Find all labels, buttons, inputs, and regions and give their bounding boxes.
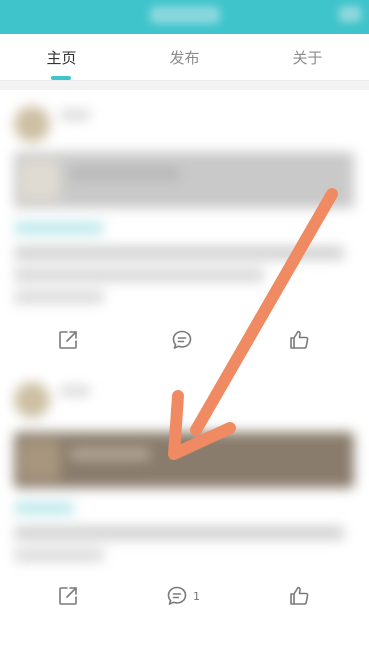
post-actions: 1 bbox=[0, 578, 369, 614]
preview-thumb bbox=[20, 160, 60, 200]
text-line-blurred bbox=[14, 268, 264, 282]
app-title-bar bbox=[0, 0, 369, 34]
link-preview-blurred bbox=[14, 152, 354, 208]
preview-title-blurred bbox=[70, 168, 180, 180]
like-button[interactable] bbox=[287, 578, 311, 614]
comment-count: 1 bbox=[193, 589, 200, 603]
share-button[interactable] bbox=[56, 322, 80, 358]
like-button[interactable] bbox=[287, 322, 311, 358]
like-icon bbox=[287, 328, 311, 352]
text-line-blurred bbox=[14, 246, 344, 260]
tab-home-label: 主页 bbox=[46, 48, 77, 67]
tab-publish-label: 发布 bbox=[169, 48, 200, 67]
text-line-blurred bbox=[14, 548, 104, 562]
topic-tag-blurred bbox=[14, 502, 74, 514]
text-line-blurred bbox=[14, 290, 104, 304]
like-icon bbox=[287, 584, 311, 608]
preview-title-blurred bbox=[70, 448, 150, 460]
link-preview-blurred bbox=[14, 432, 354, 488]
tab-bar: 主页 发布 关于 bbox=[0, 34, 369, 81]
active-tab-indicator bbox=[51, 76, 71, 80]
tab-about-label: 关于 bbox=[292, 48, 323, 67]
post-card[interactable] bbox=[0, 90, 369, 370]
comment-button[interactable]: 1 bbox=[165, 578, 200, 614]
post-card[interactable]: 1 bbox=[0, 370, 369, 656]
share-icon bbox=[56, 328, 80, 352]
app-title-blurred bbox=[150, 6, 220, 24]
username-blurred bbox=[60, 110, 90, 120]
comment-icon bbox=[170, 328, 194, 352]
username-blurred bbox=[60, 386, 90, 396]
share-icon bbox=[56, 584, 80, 608]
text-line-blurred bbox=[14, 526, 344, 540]
share-button[interactable] bbox=[56, 578, 80, 614]
avatar bbox=[14, 106, 50, 142]
post-actions bbox=[0, 322, 369, 358]
comment-button[interactable] bbox=[170, 322, 198, 358]
preview-thumb bbox=[20, 440, 60, 480]
menu-icon[interactable] bbox=[339, 6, 361, 22]
avatar bbox=[14, 382, 50, 418]
comment-icon bbox=[165, 584, 189, 608]
tab-about[interactable]: 关于 bbox=[246, 34, 369, 80]
topic-tag-blurred bbox=[14, 222, 104, 234]
tab-home[interactable]: 主页 bbox=[0, 34, 123, 80]
tab-publish[interactable]: 发布 bbox=[123, 34, 246, 80]
